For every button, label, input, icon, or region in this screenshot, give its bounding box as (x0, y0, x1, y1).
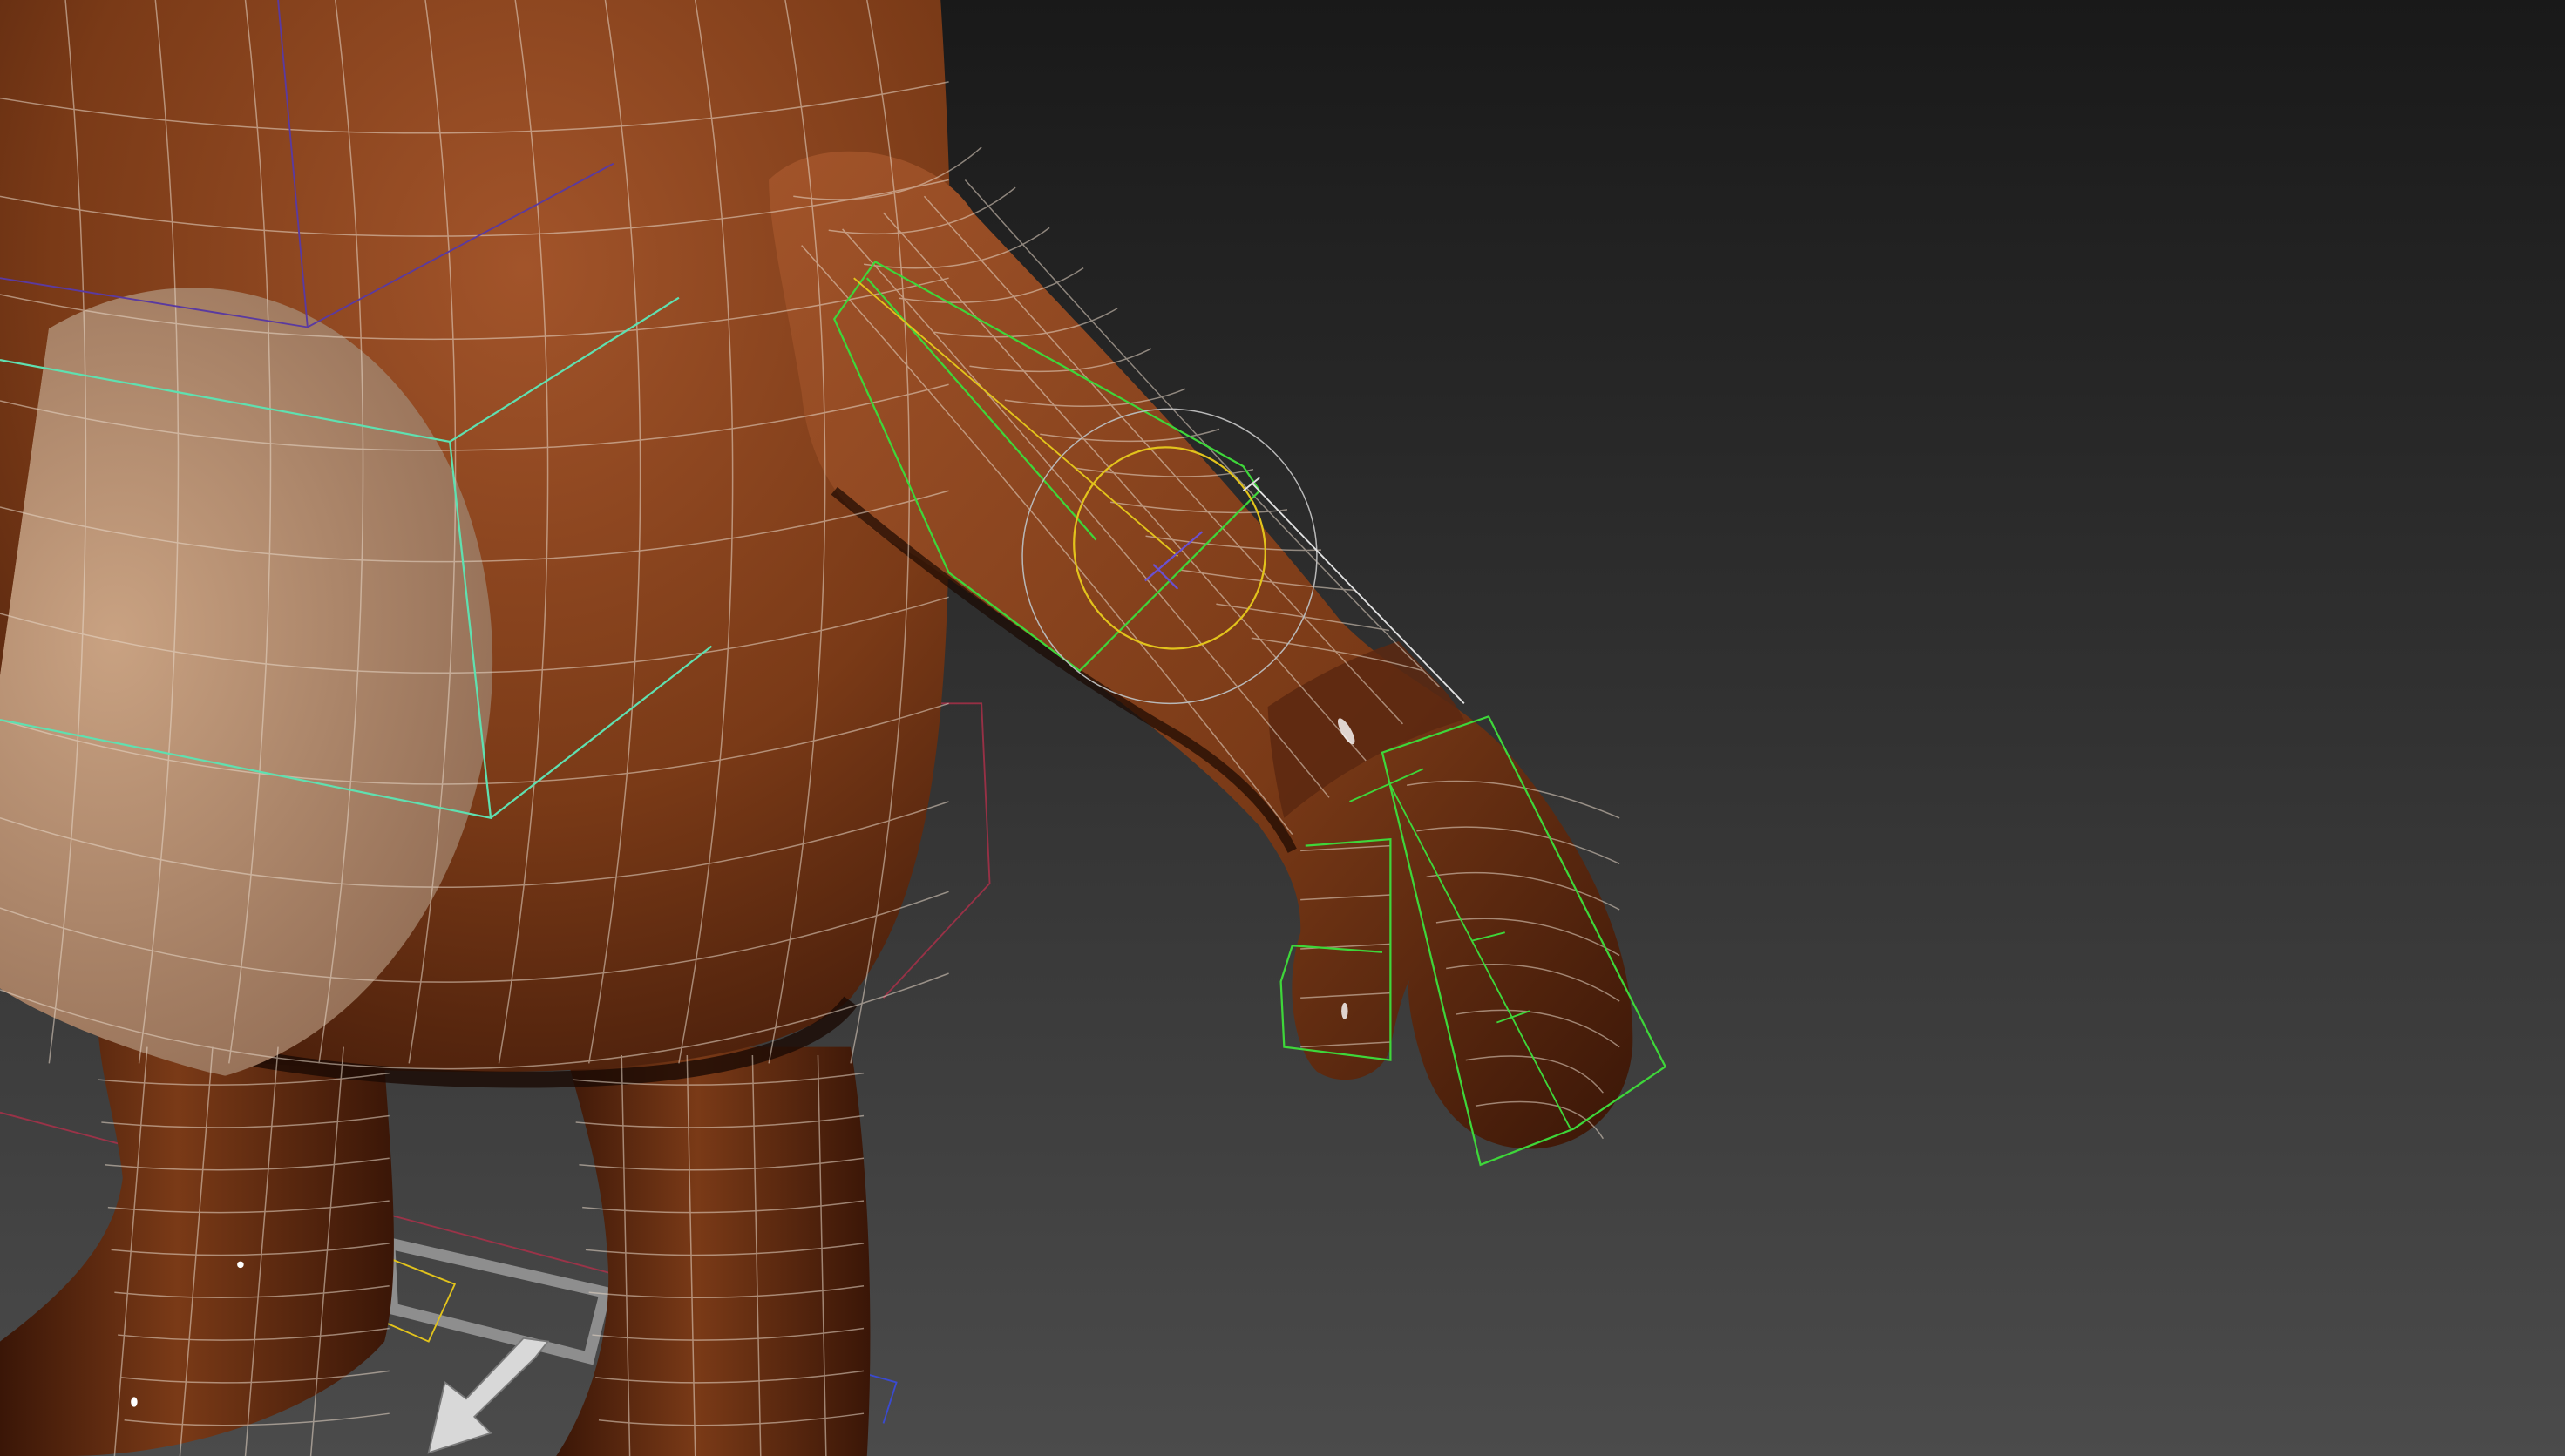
scene-canvas[interactable] (0, 0, 2565, 1456)
perspective-viewport[interactable] (0, 0, 2565, 1456)
